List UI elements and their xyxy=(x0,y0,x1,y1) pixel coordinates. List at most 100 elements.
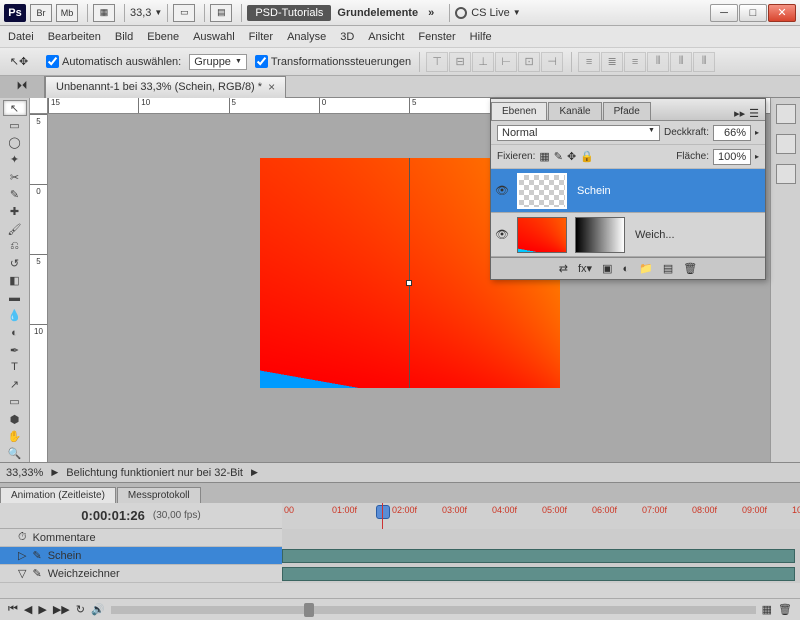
menu-bild[interactable]: Bild xyxy=(115,31,133,43)
layer-thumbnail[interactable] xyxy=(517,217,567,253)
brush-tool[interactable]: 🖌 xyxy=(3,221,27,237)
play-icon[interactable]: ▶ xyxy=(38,603,46,616)
visibility-icon[interactable]: 👁 xyxy=(491,184,513,197)
opacity-value[interactable]: 66% xyxy=(713,125,751,141)
align-right-icon[interactable]: ⊣ xyxy=(541,52,563,72)
adjust-panel-icon[interactable] xyxy=(776,164,796,184)
menu-ebene[interactable]: Ebene xyxy=(147,31,179,43)
cslive-button[interactable]: CS Live▼ xyxy=(455,7,520,19)
dist-vcenter-icon[interactable]: ≣ xyxy=(601,52,623,72)
lock-all-icon[interactable]: 🔒 xyxy=(580,150,594,163)
tab-messprotokoll[interactable]: Messprotokoll xyxy=(117,487,201,503)
screen-mode-icon[interactable]: ▦ xyxy=(93,4,115,22)
wand-tool[interactable]: ✦ xyxy=(3,152,27,168)
auto-select-dropdown[interactable]: Gruppe xyxy=(189,54,247,70)
marquee-tool[interactable]: ▭ xyxy=(3,117,27,133)
convert-icon[interactable]: ▦ xyxy=(762,603,772,616)
new-layer-icon[interactable]: ▤ xyxy=(663,262,673,275)
menu-hilfe[interactable]: Hilfe xyxy=(470,31,492,43)
fill-value[interactable]: 100% xyxy=(713,149,751,165)
prev-frame-icon[interactable]: ◀ xyxy=(24,603,32,616)
blur-tool[interactable]: 💧 xyxy=(3,307,27,323)
opacity-arrow-icon[interactable]: ▸ xyxy=(755,128,759,137)
status-next-icon[interactable]: ▶ xyxy=(251,467,258,478)
zoom-tool[interactable]: 🔍 xyxy=(3,446,27,462)
tab-animation[interactable]: Animation (Zeitleiste) xyxy=(0,487,116,503)
auto-select-checkbox[interactable]: Automatisch auswählen: xyxy=(46,55,181,68)
align-hcenter-icon[interactable]: ⊡ xyxy=(518,52,540,72)
move-tool-icon[interactable]: ↖✥ xyxy=(8,52,30,72)
minimize-button[interactable]: ─ xyxy=(710,4,738,22)
document-tab[interactable]: Unbenannt-1 bei 33,3% (Schein, RGB/8) *× xyxy=(45,76,286,98)
audio-icon[interactable]: 🔊 xyxy=(91,603,105,616)
extras-icon[interactable]: ▤ xyxy=(210,4,232,22)
menu-filter[interactable]: Filter xyxy=(249,31,273,43)
move-tool[interactable]: ↖ xyxy=(3,100,27,116)
transform-box[interactable] xyxy=(260,158,410,388)
delete-frame-icon[interactable]: 🗑 xyxy=(778,603,792,616)
workspace-name[interactable]: Grundelemente xyxy=(337,7,418,19)
align-left-icon[interactable]: ⊢ xyxy=(495,52,517,72)
fill-arrow-icon[interactable]: ▸ xyxy=(755,152,759,161)
dist-bottom-icon[interactable]: ≡ xyxy=(624,52,646,72)
3d-tool[interactable]: ⬢ xyxy=(3,411,27,427)
layer-row[interactable]: 👁 Weich... xyxy=(491,213,765,257)
tab-kanaele[interactable]: Kanäle xyxy=(548,102,601,120)
zoom-level[interactable]: 33,3 xyxy=(130,7,151,19)
panel-collapse-icon[interactable]: ▸▸ xyxy=(734,107,745,120)
dodge-tool[interactable]: ◐ xyxy=(3,325,27,341)
align-vcenter-icon[interactable]: ⊟ xyxy=(449,52,471,72)
dist-left-icon[interactable]: ⦀ xyxy=(647,52,669,72)
fx-icon[interactable]: fx▾ xyxy=(578,262,592,275)
type-tool[interactable]: T xyxy=(3,359,27,375)
panel-toggle-icon[interactable]: ⏵⏴ xyxy=(0,76,45,98)
arrange-icon[interactable]: ▭ xyxy=(173,4,195,22)
lock-pixels-icon[interactable]: ✎ xyxy=(554,150,563,163)
maximize-button[interactable]: □ xyxy=(739,4,767,22)
tab-ebenen[interactable]: Ebenen xyxy=(491,102,547,120)
layer-name[interactable]: Schein xyxy=(571,185,765,197)
timeline-track[interactable]: ⏱Kommentare xyxy=(0,529,800,547)
layer-name[interactable]: Weich... xyxy=(629,229,765,241)
group-icon[interactable]: 📁 xyxy=(639,262,653,275)
link-icon[interactable]: ⇄ xyxy=(559,262,568,275)
status-zoom[interactable]: 33,33% xyxy=(6,467,43,479)
timeline-track[interactable]: ▷✎Schein xyxy=(0,547,800,565)
minibridge-icon[interactable]: Mb xyxy=(56,4,78,22)
layer-thumbnail[interactable] xyxy=(517,173,567,209)
lock-transparency-icon[interactable]: ▦ xyxy=(539,150,549,163)
timeline-clip[interactable] xyxy=(282,567,795,581)
history-tool[interactable]: ↺ xyxy=(3,256,27,272)
playhead[interactable] xyxy=(376,505,390,519)
bridge-icon[interactable]: Br xyxy=(30,4,52,22)
hand-tool[interactable]: ✋ xyxy=(3,428,27,444)
close-tab-icon[interactable]: × xyxy=(268,80,275,94)
loop-icon[interactable]: ↻ xyxy=(76,603,85,616)
layer-row[interactable]: 👁 Schein xyxy=(491,169,765,213)
eyedropper-tool[interactable]: ✎ xyxy=(3,186,27,202)
stamp-tool[interactable]: ⎌ xyxy=(3,238,27,254)
next-frame-icon[interactable]: ▶▶ xyxy=(53,603,70,616)
workspace-badge[interactable]: PSD-Tutorials xyxy=(247,5,331,21)
track-expand-icon[interactable]: ▽ xyxy=(18,567,26,580)
menu-3d[interactable]: 3D xyxy=(340,31,354,43)
rewind-icon[interactable]: ⏮ xyxy=(8,603,18,616)
mask-thumbnail[interactable] xyxy=(575,217,625,253)
layers-panel[interactable]: Ebenen Kanäle Pfade ▸▸☰ Normal▼ Deckkraf… xyxy=(490,98,766,280)
heal-tool[interactable]: ✚ xyxy=(3,204,27,220)
dist-hcenter-icon[interactable]: ⦀ xyxy=(670,52,692,72)
track-expand-icon[interactable]: ▷ xyxy=(18,549,26,562)
eraser-tool[interactable]: ◧ xyxy=(3,273,27,289)
transform-controls-checkbox[interactable]: Transformationssteuerungen xyxy=(255,55,411,68)
zoom-slider[interactable] xyxy=(111,606,756,614)
lock-position-icon[interactable]: ✥ xyxy=(567,150,576,163)
lasso-tool[interactable]: ◯ xyxy=(3,135,27,151)
pen-tool[interactable]: ✒ xyxy=(3,342,27,358)
dist-top-icon[interactable]: ≡ xyxy=(578,52,600,72)
path-tool[interactable]: ↗ xyxy=(3,377,27,393)
dist-right-icon[interactable]: ⦀ xyxy=(693,52,715,72)
timeline-track[interactable]: ▽✎Weichzeichner xyxy=(0,565,800,583)
blend-mode-dropdown[interactable]: Normal▼ xyxy=(497,125,660,141)
align-bottom-icon[interactable]: ⊥ xyxy=(472,52,494,72)
swatches-panel-icon[interactable] xyxy=(776,104,796,124)
